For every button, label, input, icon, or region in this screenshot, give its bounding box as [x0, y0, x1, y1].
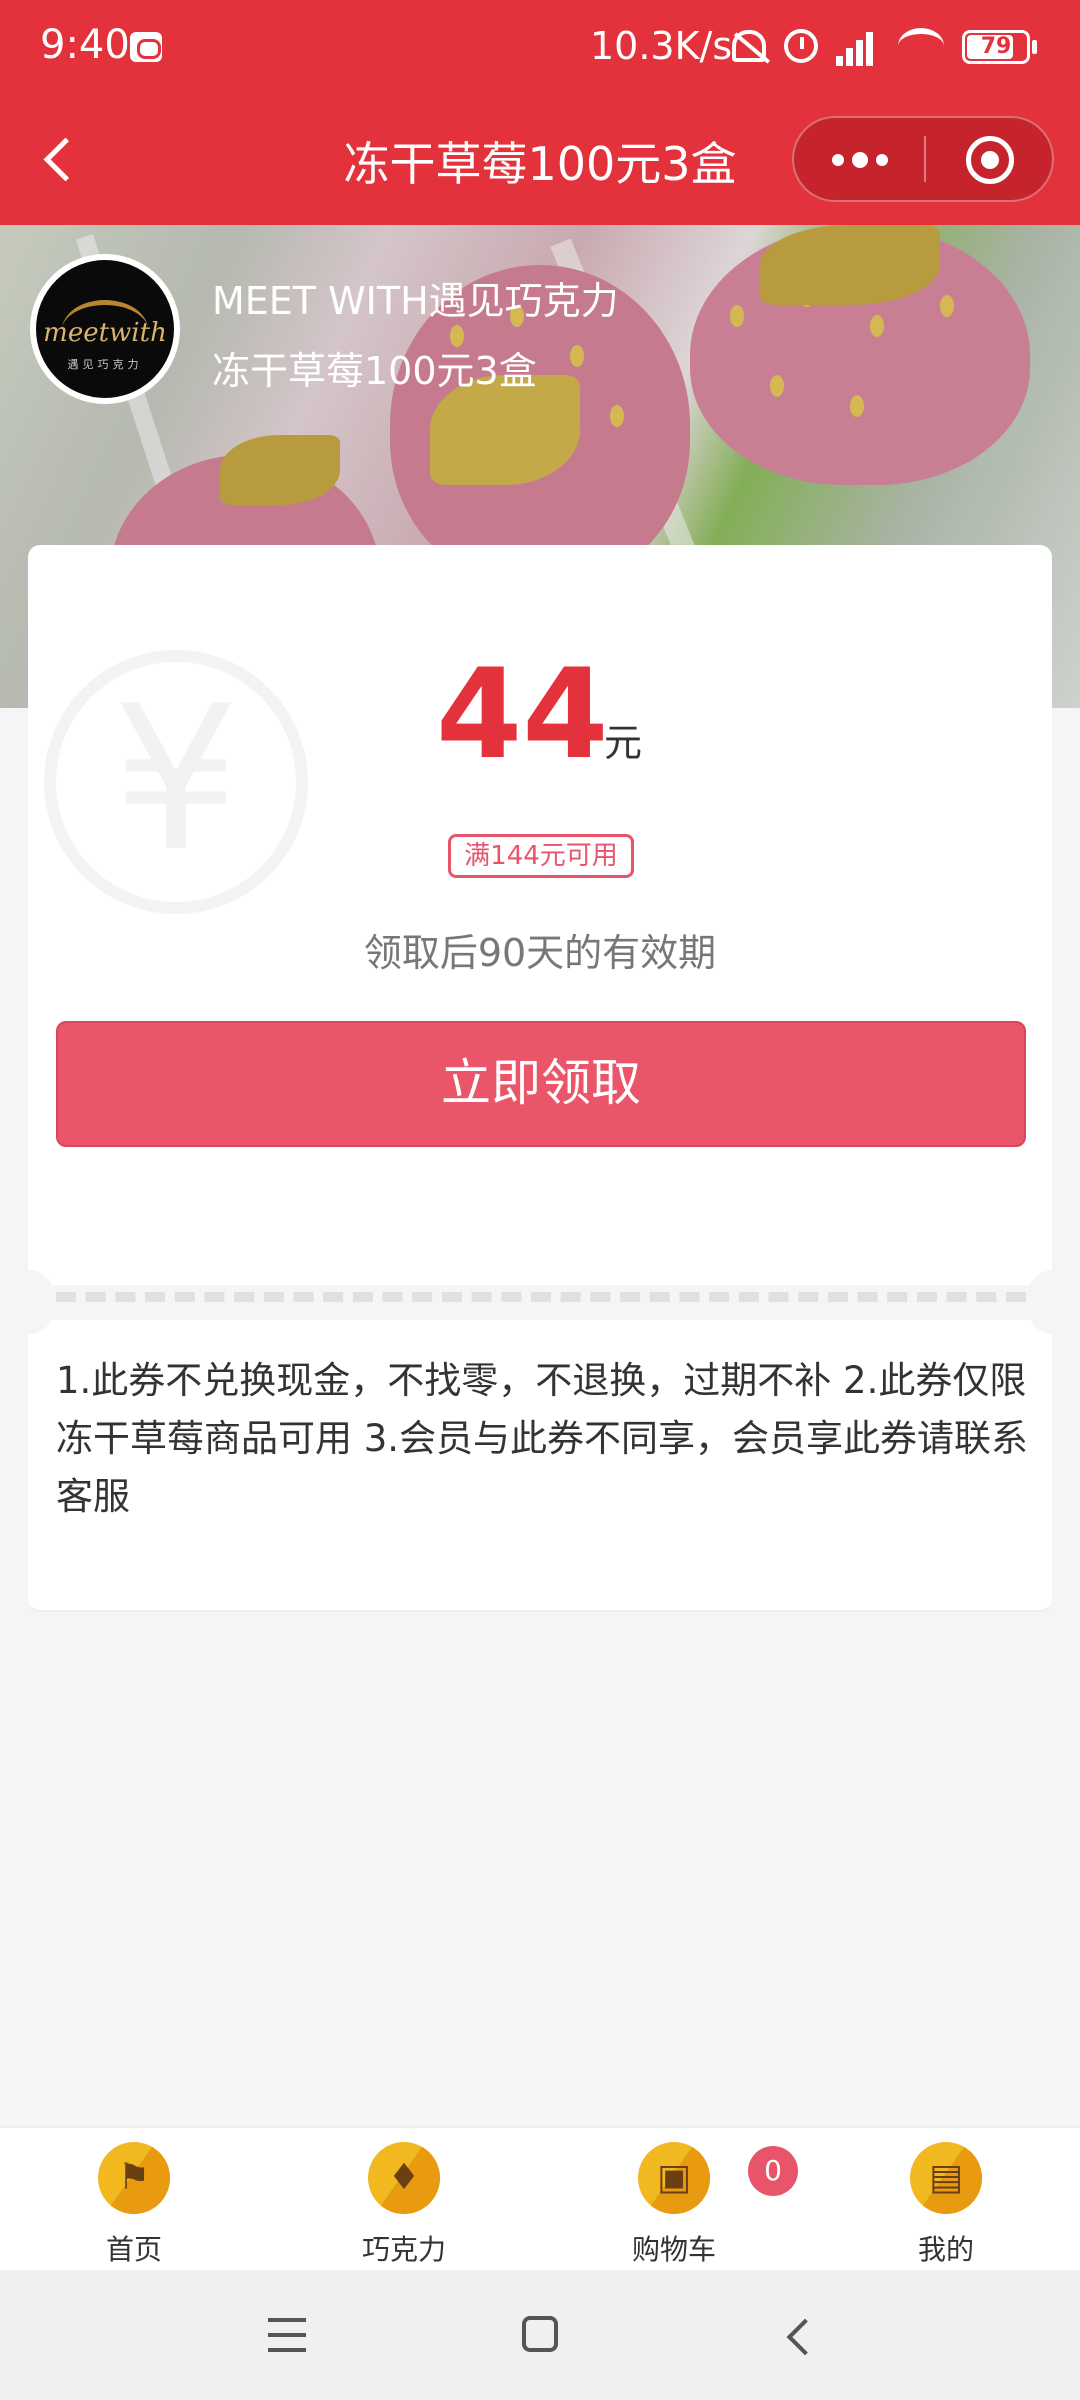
cart-count-badge: 0 — [748, 2146, 798, 2196]
logo-text: meetwith — [43, 318, 167, 348]
message-icon — [130, 32, 162, 62]
tab-chocolate[interactable]: ♦ 巧克力 — [304, 2142, 504, 2272]
ticket-notch-left — [4, 1270, 54, 1334]
system-back-icon[interactable] — [780, 2316, 816, 2356]
ice-cream-icon: ♦ — [368, 2142, 440, 2214]
alarm-icon — [784, 29, 818, 63]
tab-label: 巧克力 — [361, 2233, 446, 2266]
close-miniprogram-icon[interactable] — [966, 136, 1014, 184]
tab-glyph: ▣ — [656, 2157, 691, 2198]
more-icon[interactable] — [794, 118, 924, 200]
network-speed: 10.3K/s — [590, 24, 733, 68]
yen-glyph: ¥ — [112, 663, 240, 896]
menu-icon[interactable] — [268, 2318, 306, 2354]
shop-name: MEET WITH遇见巧克力 — [212, 279, 619, 323]
condition-badge: 满144元可用 — [448, 834, 634, 878]
shop-logo: meetwith 遇见巧克力 — [30, 254, 180, 404]
capsule-divider — [924, 136, 926, 182]
tab-cart[interactable]: ▣ 购物车 — [574, 2142, 774, 2272]
mute-icon — [732, 30, 766, 62]
yen-icon: ¥ — [44, 650, 308, 914]
tab-glyph: ♦ — [387, 2157, 421, 2198]
tab-label: 首页 — [105, 2233, 162, 2266]
miniprogram-capsule — [792, 116, 1054, 202]
home-flag-icon: ⚑ — [98, 2142, 170, 2214]
coupon-unit: 元 — [604, 721, 643, 765]
validity-text: 领取后90天的有效期 — [363, 931, 717, 975]
system-nav-bar — [0, 2270, 1080, 2400]
tab-glyph: ▤ — [928, 2157, 963, 2198]
tab-label: 购物车 — [631, 2233, 716, 2266]
battery-tip — [1032, 40, 1037, 54]
status-icons — [732, 26, 944, 66]
signal-icon — [836, 26, 880, 66]
tab-glyph: ⚑ — [117, 2157, 151, 2198]
tab-home[interactable]: ⚑ 首页 — [34, 2142, 234, 2272]
tab-label: 我的 — [917, 2233, 974, 2266]
battery-level: 79 — [980, 34, 1012, 59]
shop-subtitle: 冻干草莓100元3盒 — [212, 349, 537, 393]
claim-button[interactable]: 立即领取 — [56, 1021, 1026, 1147]
wallet-icon: ▤ — [910, 2142, 982, 2214]
ticket-divider — [56, 1292, 1026, 1302]
status-time: 9:40 — [40, 22, 130, 68]
wifi-icon — [898, 28, 944, 64]
tab-mine[interactable]: ▤ 我的 — [846, 2142, 1046, 2272]
home-icon[interactable] — [522, 2316, 558, 2352]
top-bar: 9:40 10.3K/s 79 冻干草莓100元3盒 — [0, 0, 1080, 225]
coupon-rules: 1.此券不兑换现金，不找零，不退换，过期不补 2.此券仅限冻干草莓商品可用 3.… — [56, 1359, 1029, 1518]
logo-subtext: 遇见巧克力 — [67, 358, 143, 371]
coupon-amount: 44 — [436, 643, 609, 787]
ticket-notch-right — [1028, 1270, 1078, 1334]
status-bar: 9:40 10.3K/s 79 — [0, 0, 1080, 96]
battery-icon: 79 — [962, 30, 1030, 64]
tab-bar: ⚑ 首页 ♦ 巧克力 ▣ 购物车 ▤ 我的 — [0, 2126, 1080, 2270]
tv-cart-icon: ▣ — [638, 2142, 710, 2214]
